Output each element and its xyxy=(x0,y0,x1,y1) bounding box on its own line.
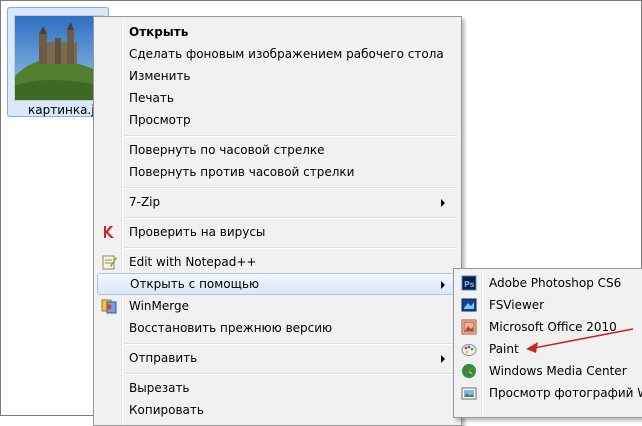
annotation-arrow xyxy=(526,328,634,353)
